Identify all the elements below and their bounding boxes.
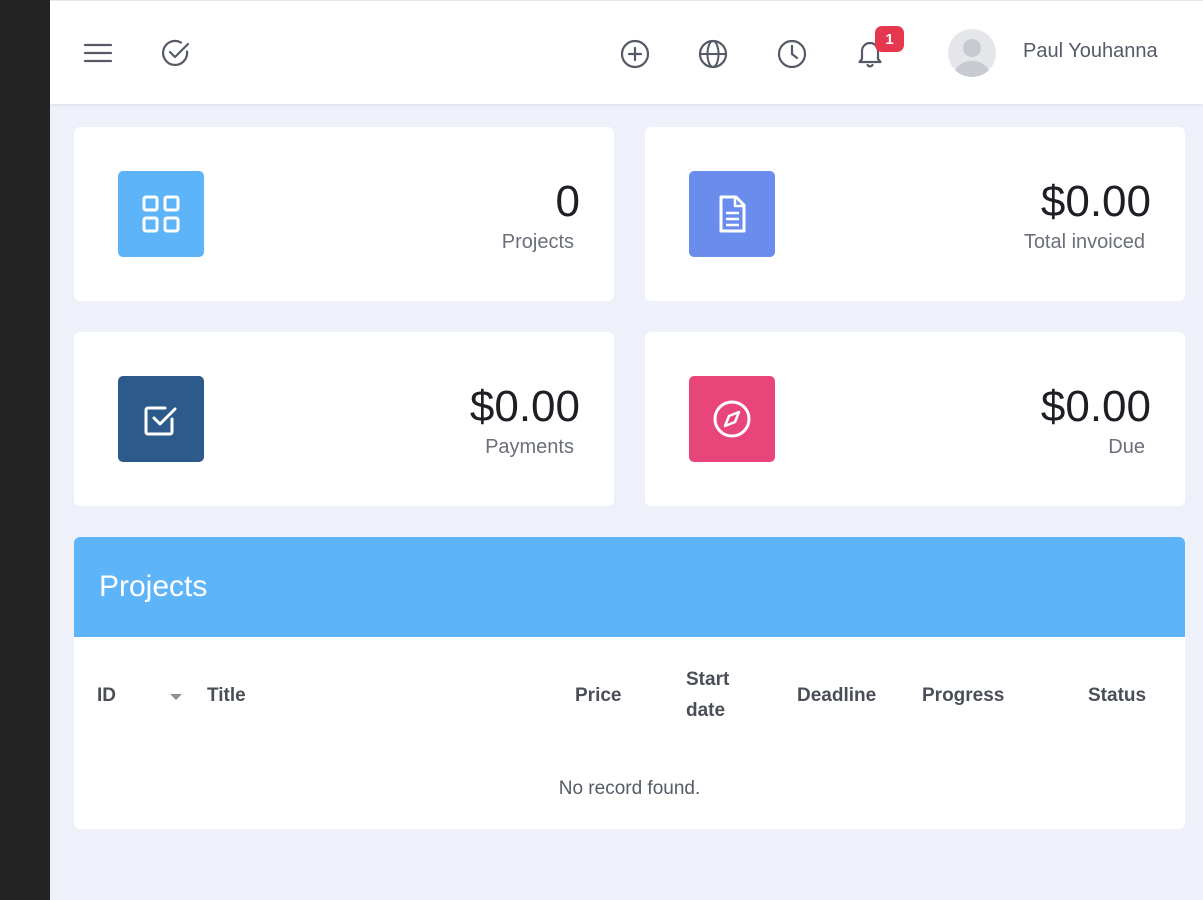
- stat-card-projects: 0 Projects: [74, 127, 614, 301]
- total-invoiced-value: $0.00: [1040, 177, 1151, 226]
- user-name[interactable]: Paul Youhanna: [1023, 40, 1158, 63]
- column-header-title[interactable]: Title: [207, 680, 246, 711]
- checkbox-icon: [118, 376, 204, 462]
- projects-panel-title: Projects: [99, 570, 208, 603]
- projects-panel: Projects ID Title Price Start date Deadl…: [74, 537, 1185, 829]
- column-header-id[interactable]: ID: [97, 680, 116, 711]
- top-navbar: 1 Paul Youhanna: [50, 0, 1203, 104]
- menu-icon[interactable]: [81, 36, 115, 70]
- globe-icon[interactable]: [696, 37, 730, 71]
- grid-icon: [118, 171, 204, 257]
- total-invoiced-label: Total invoiced: [1023, 231, 1145, 253]
- payments-value: $0.00: [469, 382, 580, 431]
- projects-count: 0: [555, 177, 580, 226]
- notification-badge: 1: [875, 26, 904, 52]
- column-header-progress[interactable]: Progress: [922, 680, 1004, 711]
- due-label: Due: [1108, 436, 1145, 458]
- empty-table-message: No record found.: [558, 778, 701, 799]
- plus-circle-icon[interactable]: [618, 37, 652, 71]
- column-header-start-date[interactable]: Start date: [686, 664, 748, 726]
- stat-card-total-invoiced: $0.00 Total invoiced: [645, 127, 1185, 301]
- clock-icon[interactable]: [775, 37, 809, 71]
- main-area: 1 Paul Youhanna 0 Projects $0.00 Total i…: [50, 0, 1203, 900]
- document-icon: [689, 171, 775, 257]
- avatar[interactable]: [948, 29, 996, 77]
- due-value: $0.00: [1040, 382, 1151, 431]
- projects-label: Projects: [501, 231, 574, 253]
- column-header-price[interactable]: Price: [575, 680, 621, 711]
- column-header-deadline[interactable]: Deadline: [797, 680, 876, 711]
- stat-card-payments: $0.00 Payments: [74, 332, 614, 506]
- stat-card-due: $0.00 Due: [645, 332, 1185, 506]
- sort-caret-icon[interactable]: [170, 694, 182, 700]
- projects-panel-header: Projects: [74, 537, 1185, 637]
- column-header-status[interactable]: Status: [1088, 680, 1146, 711]
- left-sidebar-strip: [0, 0, 50, 900]
- compass-icon: [689, 376, 775, 462]
- payments-label: Payments: [485, 436, 574, 458]
- check-circle-icon[interactable]: [159, 36, 193, 70]
